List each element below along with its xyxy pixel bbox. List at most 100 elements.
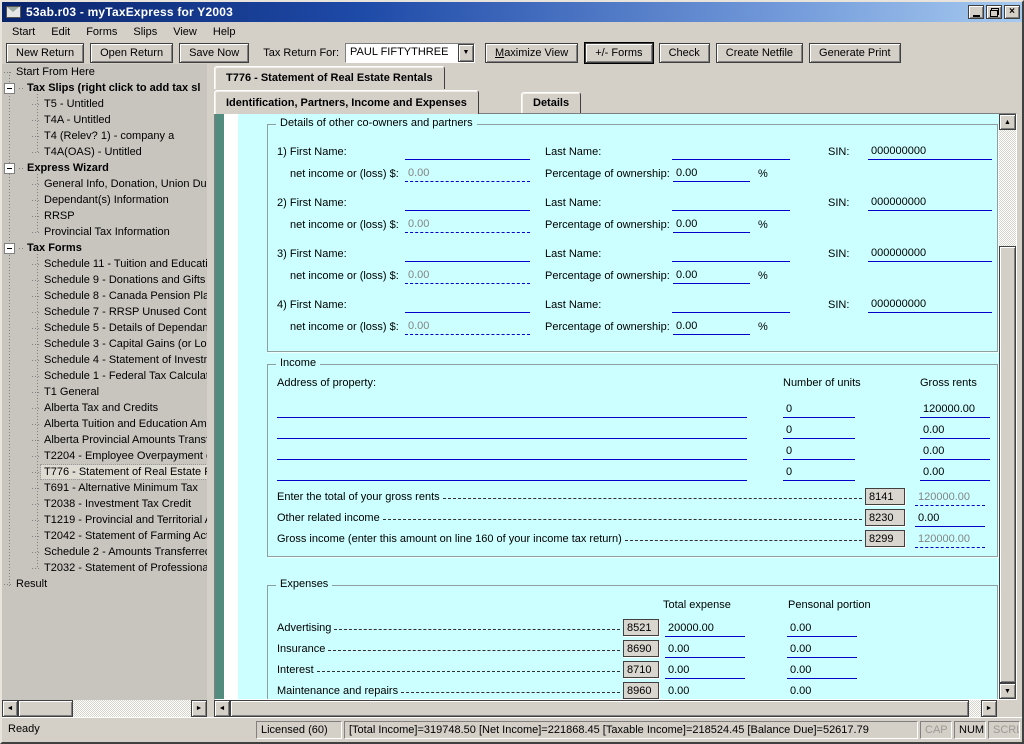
tree-item[interactable]: Alberta Provincial Amounts Transfe	[2, 432, 207, 448]
total-expense-input[interactable]: 20000.00	[665, 620, 745, 637]
tab-t776[interactable]: T776 - Statement of Real Estate Rentals	[214, 66, 445, 89]
sin-input[interactable]: 000000000	[868, 143, 992, 160]
units-input[interactable]: 0	[783, 401, 855, 418]
create-netfile-button[interactable]: Create Netfile	[716, 43, 803, 63]
restore-button[interactable]	[986, 5, 1002, 19]
sin-input[interactable]: 000000000	[868, 194, 992, 211]
tree-item[interactable]: Alberta Tuition and Education Amou	[2, 416, 207, 432]
scroll-left-icon[interactable]: ◄	[214, 700, 230, 717]
save-now-button[interactable]: Save Now	[179, 43, 249, 63]
form-vertical-scrollbar[interactable]: ▲ ▼	[999, 114, 1016, 699]
units-input[interactable]: 0	[783, 443, 855, 460]
tree-item[interactable]: Tax Forms	[2, 240, 207, 256]
ownership-pct-input[interactable]: 0.00	[673, 318, 750, 335]
last-name-input[interactable]	[672, 296, 790, 313]
sin-input[interactable]: 000000000	[868, 245, 992, 262]
ownership-pct-input[interactable]: 0.00	[673, 267, 750, 284]
net-income-input[interactable]: 0.00	[405, 318, 530, 335]
tree-item[interactable]: RRSP	[2, 208, 207, 224]
tree-item[interactable]: Schedule 4 - Statement of Investme	[2, 352, 207, 368]
tree-item[interactable]: Provincial Tax Information	[2, 224, 207, 240]
tree-item[interactable]: T691 - Alternative Minimum Tax	[2, 480, 207, 496]
first-name-input[interactable]	[405, 245, 530, 262]
tree-item[interactable]: Schedule 11 - Tuition and Education	[2, 256, 207, 272]
total-expense-input[interactable]: 0.00	[665, 641, 745, 658]
tree-item[interactable]: Tax Slips (right click to add tax sl	[2, 80, 207, 96]
income-total-value[interactable]: 120000.00	[915, 489, 985, 506]
total-expense-input[interactable]: 0.00	[665, 683, 745, 699]
property-address-input[interactable]	[277, 443, 747, 460]
income-total-value[interactable]: 0.00	[915, 510, 985, 527]
tree-item[interactable]: T2204 - Employee Overpayment of	[2, 448, 207, 464]
tree-item[interactable]: T1219 - Provincial and Territorial Al	[2, 512, 207, 528]
net-income-input[interactable]: 0.00	[405, 267, 530, 284]
tree-item[interactable]: T2038 - Investment Tax Credit	[2, 496, 207, 512]
first-name-input[interactable]	[405, 143, 530, 160]
personal-portion-input[interactable]: 0.00	[787, 683, 857, 699]
tree-item[interactable]: Schedule 7 - RRSP Unused Contribut	[2, 304, 207, 320]
ownership-pct-input[interactable]: 0.00	[673, 216, 750, 233]
total-expense-input[interactable]: 0.00	[665, 662, 745, 679]
gross-rent-input[interactable]: 0.00	[920, 443, 990, 460]
last-name-input[interactable]	[672, 194, 790, 211]
tree-item[interactable]: General Info, Donation, Union Due	[2, 176, 207, 192]
sin-input[interactable]: 000000000	[868, 296, 992, 313]
combo-dropdown-button[interactable]: ▼	[458, 44, 474, 62]
maximize-view-button[interactable]: Maximize View	[485, 43, 578, 63]
scroll-left-icon[interactable]: ◄	[2, 700, 18, 717]
collapse-icon[interactable]	[4, 83, 15, 94]
tab-identification-partners[interactable]: Identification, Partners, Income and Exp…	[214, 90, 479, 114]
scroll-up-icon[interactable]: ▲	[999, 114, 1016, 130]
menu-item[interactable]: Edit	[43, 24, 78, 40]
taxpayer-select[interactable]: PAUL FIFTYTHREE ▼	[345, 43, 475, 63]
tree-item[interactable]: Alberta Tax and Credits	[2, 400, 207, 416]
gross-rent-input[interactable]: 0.00	[920, 422, 990, 439]
net-income-input[interactable]: 0.00	[405, 216, 530, 233]
tree-item[interactable]: T4A(OAS) - Untitled	[2, 144, 207, 160]
tree-item[interactable]: T4 (Relev? 1) - company a	[2, 128, 207, 144]
tree-item[interactable]: Schedule 2 - Amounts Transferred	[2, 544, 207, 560]
tree-horizontal-scrollbar[interactable]: ◄ ►	[2, 700, 207, 717]
menu-item[interactable]: Start	[4, 24, 43, 40]
first-name-input[interactable]	[405, 194, 530, 211]
open-return-button[interactable]: Open Return	[90, 43, 173, 63]
scrollbar-track[interactable]	[969, 700, 981, 717]
tab-details[interactable]: Details	[521, 92, 581, 113]
scrollbar-thumb[interactable]	[999, 246, 1016, 683]
menu-item[interactable]: View	[165, 24, 205, 40]
personal-portion-input[interactable]: 0.00	[787, 662, 857, 679]
tree-item[interactable]: T4A - Untitled	[2, 112, 207, 128]
property-address-input[interactable]	[277, 422, 747, 439]
tree-item[interactable]: T2032 - Statement of Professional	[2, 560, 207, 576]
tree-item[interactable]: Schedule 1 - Federal Tax Calculatio	[2, 368, 207, 384]
collapse-icon[interactable]	[4, 243, 15, 254]
tree-item[interactable]: Schedule 9 - Donations and Gifts	[2, 272, 207, 288]
tree-item[interactable]: Result	[2, 576, 207, 592]
tree-item[interactable]: T2042 - Statement of Farming Activ	[2, 528, 207, 544]
units-input[interactable]: 0	[783, 464, 855, 481]
tree-item[interactable]: Schedule 8 - Canada Pension Plan C	[2, 288, 207, 304]
menu-item[interactable]: Help	[205, 24, 244, 40]
tree-item[interactable]: T776 - Statement of Real Estate Re	[2, 464, 207, 480]
tree-item[interactable]: Express Wizard	[2, 160, 207, 176]
last-name-input[interactable]	[672, 143, 790, 160]
income-total-value[interactable]: 120000.00	[915, 531, 985, 548]
scrollbar-track[interactable]	[999, 130, 1016, 246]
menu-item[interactable]: Forms	[78, 24, 125, 40]
scrollbar-track[interactable]	[73, 700, 191, 717]
scrollbar-thumb[interactable]	[18, 700, 73, 717]
new-return-button[interactable]: New Return	[6, 43, 84, 63]
scroll-right-icon[interactable]: ►	[981, 700, 997, 717]
scrollbar-thumb[interactable]	[230, 700, 969, 717]
form-horizontal-scrollbar[interactable]: ◄ ►	[214, 700, 997, 717]
personal-portion-input[interactable]: 0.00	[787, 620, 857, 637]
first-name-input[interactable]	[405, 296, 530, 313]
close-button[interactable]: ×	[1004, 5, 1020, 19]
collapse-icon[interactable]	[4, 163, 15, 174]
property-address-input[interactable]	[277, 401, 747, 418]
tree-item[interactable]: Schedule 5 - Details of Dependant	[2, 320, 207, 336]
tree-item[interactable]: T5 - Untitled	[2, 96, 207, 112]
net-income-input[interactable]: 0.00	[405, 165, 530, 182]
generate-print-button[interactable]: Generate Print	[809, 43, 901, 63]
menu-item[interactable]: Slips	[125, 24, 165, 40]
